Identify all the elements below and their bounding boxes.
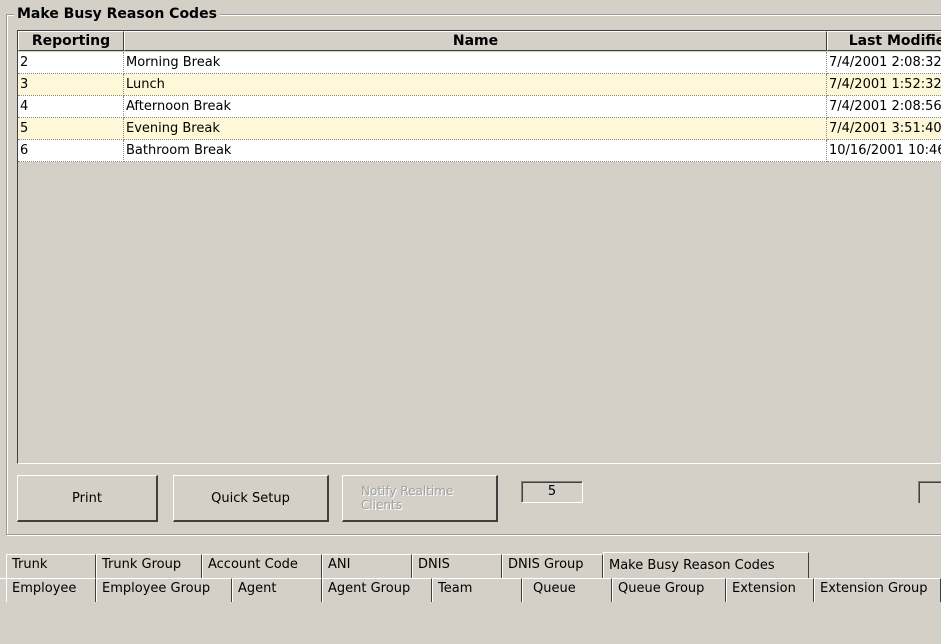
column-header-name[interactable]: Name [124,31,827,51]
name-cell[interactable]: Evening Break [124,118,827,140]
reporting-cell[interactable]: 5 [18,118,124,140]
reason-codes-grid[interactable]: Reporting Name Last Modifie 2 Morning Br… [17,30,941,464]
tab-queue[interactable]: Queue [522,578,612,602]
tab-employee[interactable]: Employee [6,578,96,602]
name-cell[interactable]: Afternoon Break [124,96,827,118]
table-row[interactable]: 5 Evening Break 7/4/2001 3:51:40 P [18,118,941,140]
tab-extension[interactable]: Extension [726,578,814,602]
notify-realtime-clients-button[interactable]: Notify Realtime Clients [342,475,498,522]
tab-employee-group[interactable]: Employee Group [96,578,232,602]
tab-team[interactable]: Team [432,578,522,602]
name-cell[interactable]: Lunch [124,74,827,96]
partial-field [918,481,941,503]
modified-cell[interactable]: 7/4/2001 2:08:56 P [827,96,941,118]
column-header-last-modified[interactable]: Last Modifie [827,31,941,51]
print-button[interactable]: Print [17,475,158,522]
table-row[interactable]: 2 Morning Break 7/4/2001 2:08:32 P [18,52,941,74]
reporting-cell[interactable]: 3 [18,74,124,96]
quick-setup-button[interactable]: Quick Setup [173,475,329,522]
tab-trunk-group[interactable]: Trunk Group [96,554,202,578]
tab-agent-group[interactable]: Agent Group [322,578,432,602]
group-title: Make Busy Reason Codes [14,6,220,22]
tab-make-busy-reason-codes[interactable]: Make Busy Reason Codes [603,552,809,578]
table-row[interactable]: 4 Afternoon Break 7/4/2001 2:08:56 P [18,96,941,118]
tab-extension-group[interactable]: Extension Group [814,578,941,602]
grid-header: Reporting Name Last Modifie [18,31,941,53]
table-row[interactable]: 6 Bathroom Break 10/16/2001 10:46: [18,140,941,162]
column-header-reporting[interactable]: Reporting [18,31,124,51]
tab-queue-group[interactable]: Queue Group [612,578,726,602]
name-cell[interactable]: Morning Break [124,52,827,74]
tab-strip: Trunk Trunk Group Account Code ANI DNIS … [0,548,941,608]
modified-cell[interactable]: 7/4/2001 2:08:32 P [827,52,941,74]
reporting-cell[interactable]: 6 [18,140,124,162]
reporting-cell[interactable]: 2 [18,52,124,74]
modified-cell[interactable]: 10/16/2001 10:46: [827,140,941,162]
modified-cell[interactable]: 7/4/2001 1:52:32 P [827,74,941,96]
table-row[interactable]: 3 Lunch 7/4/2001 1:52:32 P [18,74,941,96]
record-count: 5 [521,481,583,503]
tab-trunk[interactable]: Trunk [6,554,96,578]
tab-ani[interactable]: ANI [322,554,412,578]
name-cell[interactable]: Bathroom Break [124,140,827,162]
tab-dnis[interactable]: DNIS [412,554,502,578]
tab-agent[interactable]: Agent [232,578,322,602]
modified-cell[interactable]: 7/4/2001 3:51:40 P [827,118,941,140]
tab-account-code[interactable]: Account Code [202,554,322,578]
reporting-cell[interactable]: 4 [18,96,124,118]
grid-rows: 2 Morning Break 7/4/2001 2:08:32 P 3 Lun… [18,52,941,162]
tab-dnis-group[interactable]: DNIS Group [502,554,603,578]
